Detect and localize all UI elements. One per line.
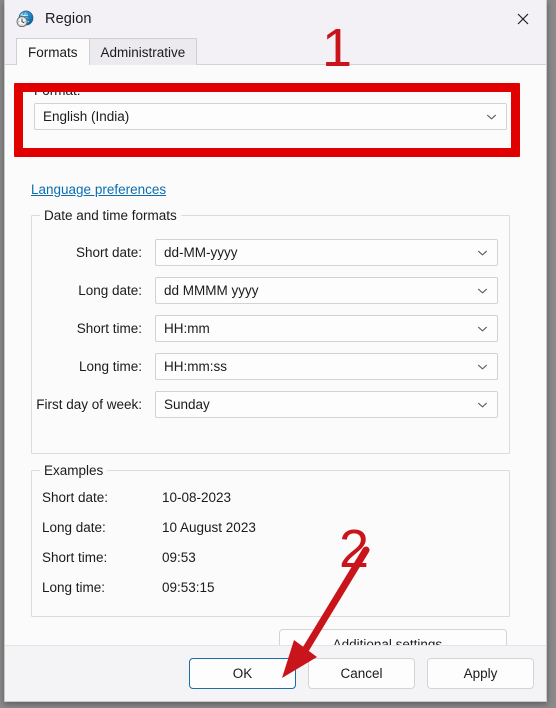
example-long-date-value: 10 August 2023 xyxy=(162,520,256,535)
long-date-value: dd MMMM yyyy xyxy=(164,283,259,298)
example-short-date-label: Short date: xyxy=(42,490,109,505)
window-title: Region xyxy=(45,11,92,27)
examples-legend: Examples xyxy=(40,463,108,478)
long-time-label: Long time: xyxy=(78,359,142,374)
short-date-combobox[interactable]: dd-MM-yyyy xyxy=(155,239,498,266)
cancel-button-label: Cancel xyxy=(340,666,383,681)
row-first-day-of-week: First day of week: Sunday xyxy=(32,391,498,418)
region-globe-clock-icon xyxy=(16,10,34,28)
screenshot-root: Region Formats Administrative Format: En… xyxy=(0,0,556,708)
date-time-formats-legend: Date and time formats xyxy=(40,208,181,223)
example-long-time-label: Long time: xyxy=(42,580,106,595)
chevron-down-icon xyxy=(486,111,497,122)
long-time-value: HH:mm:ss xyxy=(164,359,227,374)
apply-button[interactable]: Apply xyxy=(427,658,534,689)
first-day-of-week-value: Sunday xyxy=(164,397,210,412)
row-long-time: Long time: HH:mm:ss xyxy=(32,353,498,380)
date-time-formats-group: Date and time formats Short date: dd-MM-… xyxy=(31,208,510,454)
format-combobox[interactable]: English (India) xyxy=(34,103,507,130)
title-bar: Region xyxy=(5,0,546,38)
language-preferences-link[interactable]: Language preferences xyxy=(31,182,166,197)
ok-button[interactable]: OK xyxy=(189,658,296,689)
tab-strip: Formats Administrative xyxy=(5,38,546,66)
row-long-date: Long date: dd MMMM yyyy xyxy=(32,277,498,304)
short-date-value: dd-MM-yyyy xyxy=(164,245,238,260)
example-long-date: Long date: 10 August 2023 xyxy=(42,520,256,535)
format-label: Format: xyxy=(34,83,81,98)
tab-administrative-label: Administrative xyxy=(100,44,186,60)
tab-formats[interactable]: Formats xyxy=(16,38,90,66)
example-short-time-label: Short time: xyxy=(42,550,108,565)
example-long-time-value: 09:53:15 xyxy=(162,580,215,595)
example-short-time-value: 09:53 xyxy=(162,550,196,565)
chevron-down-icon xyxy=(477,323,488,334)
chevron-down-icon xyxy=(477,285,488,296)
example-short-time: Short time: 09:53 xyxy=(42,550,196,565)
chevron-down-icon xyxy=(477,399,488,410)
dialog-footer: OK Cancel Apply xyxy=(5,645,546,701)
region-dialog-window: Region Formats Administrative Format: En… xyxy=(4,0,547,702)
example-short-date: Short date: 10-08-2023 xyxy=(42,490,231,505)
tab-formats-label: Formats xyxy=(28,44,78,60)
short-date-label: Short date: xyxy=(75,245,142,260)
short-time-label: Short time: xyxy=(76,321,142,336)
cancel-button[interactable]: Cancel xyxy=(308,658,415,689)
example-short-date-value: 10-08-2023 xyxy=(162,490,232,505)
format-combobox-value: English (India) xyxy=(43,109,130,124)
long-date-combobox[interactable]: dd MMMM yyyy xyxy=(155,277,498,304)
chevron-down-icon xyxy=(477,361,488,372)
long-time-combobox[interactable]: HH:mm:ss xyxy=(155,353,498,380)
examples-group: Examples Short date: 10-08-2023 Long dat… xyxy=(31,463,510,617)
apply-button-label: Apply xyxy=(463,666,498,681)
short-time-value: HH:mm xyxy=(164,321,210,336)
row-short-time: Short time: HH:mm xyxy=(32,315,498,342)
tab-administrative[interactable]: Administrative xyxy=(88,38,198,65)
example-long-time: Long time: 09:53:15 xyxy=(42,580,215,595)
formats-tab-panel: Format: English (India) Language prefere… xyxy=(5,65,546,663)
close-icon[interactable] xyxy=(500,0,546,38)
ok-button-label: OK xyxy=(232,666,253,681)
first-day-of-week-combobox[interactable]: Sunday xyxy=(155,391,498,418)
chevron-down-icon xyxy=(477,247,488,258)
first-day-of-week-label: First day of week: xyxy=(36,397,142,412)
example-long-date-label: Long date: xyxy=(42,520,106,535)
long-date-label: Long date: xyxy=(78,283,142,298)
row-short-date: Short date: dd-MM-yyyy xyxy=(32,239,498,266)
short-time-combobox[interactable]: HH:mm xyxy=(155,315,498,342)
